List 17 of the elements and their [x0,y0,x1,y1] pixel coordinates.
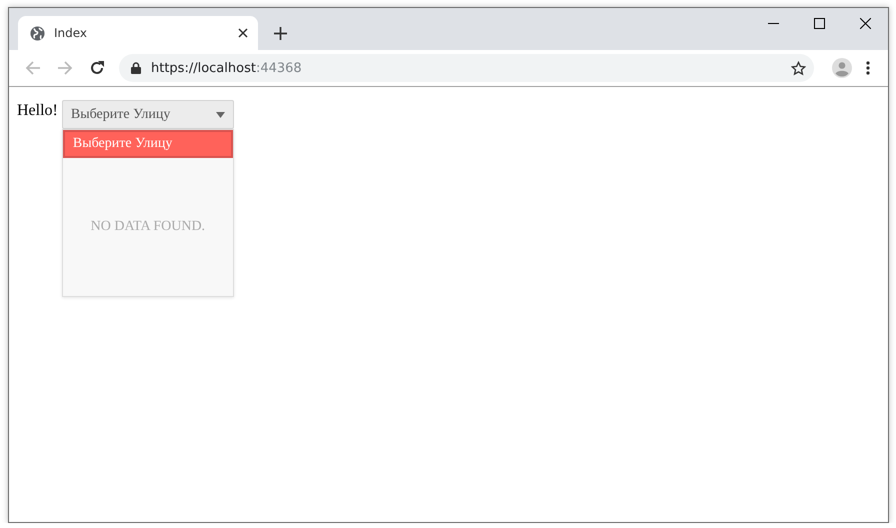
address-bar[interactable]: https://localhost:44368 [119,54,814,82]
street-select[interactable]: Выберите Улицу [62,100,234,129]
caret-icon [216,112,225,118]
star-icon[interactable] [791,60,806,76]
close-icon[interactable] [238,28,248,38]
close-icon[interactable] [860,18,870,28]
maximize-icon[interactable] [814,18,824,28]
browser-tab[interactable]: Index [18,16,258,50]
globe-icon [30,26,45,40]
lock-icon [131,62,141,74]
url-text: https://localhost:44368 [151,60,303,76]
profile-icon[interactable] [832,58,852,78]
empty-message: NO DATA FOUND. [90,219,206,235]
plus-icon[interactable] [274,26,286,40]
greeting-text: Hello! [17,102,58,120]
menu-icon[interactable] [866,61,870,75]
tab-title: Index [54,26,88,40]
